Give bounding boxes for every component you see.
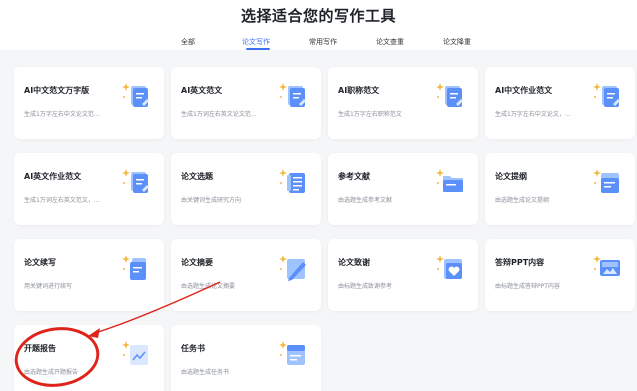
card-title: AI英文作业范文 bbox=[24, 172, 82, 181]
card-description: 由标题生成致谢参考 bbox=[338, 283, 393, 290]
card-thesis-outline[interactable]: 论文提纲 由选题生成论文提纲 bbox=[485, 153, 635, 225]
card-description: 由关键词生成研究方向 bbox=[181, 197, 242, 204]
chart-document-icon bbox=[122, 341, 148, 365]
card-task-book[interactable]: 任务书 由选题生成任务书 bbox=[171, 325, 321, 391]
card-defense-ppt[interactable]: 答辩PPT内容 由标题生成答辩PPT内容 bbox=[485, 239, 635, 311]
card-title: 答辩PPT内容 bbox=[495, 258, 545, 267]
card-title: AI中文作业范文 bbox=[495, 86, 553, 95]
tab-thesis-writing[interactable]: 论文写作 bbox=[242, 37, 270, 47]
card-description: 由选题生成论文摘要 bbox=[181, 283, 236, 290]
card-thesis-continue[interactable]: 论文续写 用关键词进行续写 bbox=[14, 239, 164, 311]
folder-icon bbox=[436, 169, 463, 192]
card-description: 生成1万词左右英文范文，… bbox=[24, 197, 100, 204]
card-title: AI职称范文 bbox=[338, 86, 380, 95]
heart-document-icon bbox=[436, 255, 462, 279]
card-description: 由标题生成答辩PPT内容 bbox=[495, 283, 560, 290]
page-title: 选择适合您的写作工具 bbox=[240, 7, 396, 25]
card-ai-chinese-essay[interactable]: AI中文范文万字版 生成1万字左右中文论文范… bbox=[14, 67, 164, 139]
card-title: 论文摘要 bbox=[181, 258, 213, 267]
tab-all[interactable]: 全部 bbox=[181, 37, 195, 47]
card-ai-chinese-homework-essay[interactable]: AI中文作业范文 生成1万字左右中文论文，… bbox=[485, 67, 635, 139]
document-edit-icon bbox=[593, 83, 620, 107]
card-description: 生成1万字左右中文论文范… bbox=[24, 111, 100, 118]
card-thesis-acknowledgement[interactable]: 论文致谢 由标题生成致谢参考 bbox=[328, 239, 478, 311]
card-description: 由选题生成论文提纲 bbox=[495, 197, 550, 204]
card-title: 开题报告 bbox=[24, 344, 56, 353]
card-title: 论文续写 bbox=[24, 258, 56, 267]
tab-bar: 全部 论文写作 常用写作 论文查重 论文降重 bbox=[0, 37, 637, 51]
card-description: 生成1万字左右中文论文，… bbox=[495, 111, 571, 118]
document-edit-icon bbox=[122, 169, 149, 193]
continue-write-icon bbox=[122, 255, 146, 280]
tab-common-writing[interactable]: 常用写作 bbox=[309, 37, 337, 47]
card-description: 由选题生成参考文献 bbox=[338, 197, 393, 204]
card-thesis-topic[interactable]: 论文选题 由关键词生成研究方向 bbox=[171, 153, 321, 225]
card-title: 任务书 bbox=[181, 344, 205, 353]
card-description: 由选题生成任务书 bbox=[181, 369, 230, 376]
task-document-icon bbox=[279, 341, 305, 365]
card-title: 论文选题 bbox=[181, 172, 213, 181]
card-ai-english-homework-essay[interactable]: AI英文作业范文 生成1万词左右英文范文，… bbox=[14, 153, 164, 225]
card-thesis-abstract[interactable]: 论文摘要 由选题生成论文摘要 bbox=[171, 239, 321, 311]
card-title: AI中文范文万字版 bbox=[24, 86, 90, 95]
tab-plagiarism-reduce[interactable]: 论文降重 bbox=[443, 37, 471, 47]
presentation-icon bbox=[593, 255, 620, 276]
card-title: 论文提纲 bbox=[495, 172, 527, 181]
card-ai-english-essay[interactable]: AI英文范文 生成1万词左右英文论文范… bbox=[171, 67, 321, 139]
card-references[interactable]: 参考文献 由选题生成参考文献 bbox=[328, 153, 478, 225]
card-description: 用关键词进行续写 bbox=[24, 283, 73, 290]
active-tab-underline bbox=[246, 48, 270, 50]
outline-icon bbox=[593, 169, 619, 193]
card-description: 生成1万词左右英文论文范… bbox=[181, 111, 257, 118]
card-description: 生成1万字左右职称范文 bbox=[338, 111, 402, 118]
card-description: 由选题生成开题报告 bbox=[24, 369, 79, 376]
card-title: 论文致谢 bbox=[338, 258, 370, 267]
list-icon bbox=[279, 169, 305, 193]
document-edit-icon bbox=[279, 83, 306, 107]
tab-plagiarism-check[interactable]: 论文查重 bbox=[376, 37, 404, 47]
pen-document-icon bbox=[279, 255, 306, 281]
card-title: 参考文献 bbox=[338, 172, 370, 181]
card-opening-report[interactable]: 开题报告 由选题生成开题报告 bbox=[14, 325, 164, 391]
document-edit-icon bbox=[122, 83, 149, 107]
card-title: AI英文范文 bbox=[181, 86, 223, 95]
document-edit-icon bbox=[436, 83, 463, 107]
card-ai-professional-title-essay[interactable]: AI职称范文 生成1万字左右职称范文 bbox=[328, 67, 478, 139]
